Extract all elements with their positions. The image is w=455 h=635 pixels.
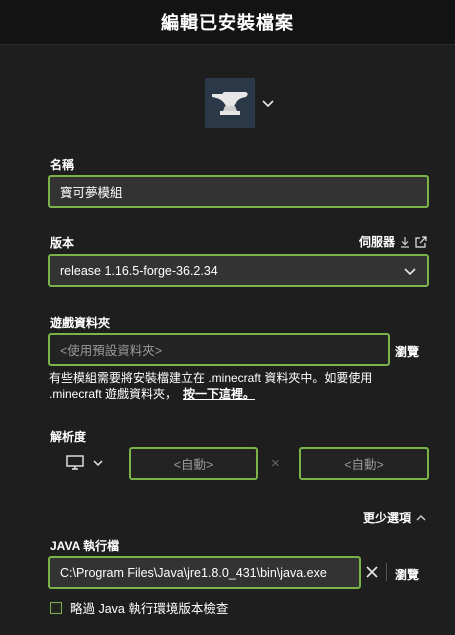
- resolution-separator: ×: [271, 455, 280, 472]
- server-link-label: 伺服器: [358, 235, 395, 249]
- chevron-up-icon: [416, 514, 426, 520]
- game-directory-label: 遊戲資料夾: [50, 316, 111, 330]
- server-link[interactable]: 伺服器: [359, 233, 427, 250]
- skip-java-check-checkbox[interactable]: [50, 601, 62, 614]
- installation-icon-picker[interactable]: [205, 78, 277, 128]
- version-select[interactable]: release 1.16.5-forge-36.2.34: [48, 254, 429, 287]
- game-directory-input[interactable]: <使用預設資料夾>: [48, 333, 390, 366]
- name-field[interactable]: 寶可夢模組: [48, 175, 429, 208]
- skip-java-check-option[interactable]: 略過 Java 執行環境版本檢查: [50, 598, 228, 617]
- resolution-preset-dropdown[interactable]: [66, 455, 104, 470]
- chevron-down-icon: [404, 267, 416, 275]
- resolution-width-input[interactable]: <自動>: [129, 447, 258, 480]
- divider: [386, 563, 387, 581]
- download-icon: [401, 236, 409, 248]
- game-directory-placeholder: <使用預設資料夾>: [60, 344, 163, 358]
- game-directory-help: 有些模組需要將安裝檔建立在 .minecraft 資料夾中。如要使用 .mine…: [49, 370, 394, 402]
- java-executable-label: JAVA 執行檔: [50, 539, 120, 553]
- anvil-icon: [205, 78, 255, 128]
- external-link-icon: [415, 235, 427, 248]
- chevron-down-icon: [93, 459, 103, 466]
- version-label: 版本: [50, 236, 75, 250]
- resolution-height-input[interactable]: <自動>: [299, 447, 429, 480]
- version-selected: release 1.16.5-forge-36.2.34: [60, 263, 218, 278]
- fewer-options-label: 更少選項: [362, 511, 411, 525]
- dialog-header: 編輯已安裝檔案: [0, 0, 455, 45]
- height-placeholder: <自動>: [344, 458, 384, 472]
- name-label: 名稱: [50, 158, 75, 172]
- name-value: 寶可夢模組: [60, 186, 123, 200]
- clear-icon[interactable]: [365, 565, 379, 579]
- help-link[interactable]: 按一下這裡。: [183, 387, 255, 401]
- java-executable-input[interactable]: C:\Program Files\Java\jre1.8.0_431\bin\j…: [48, 556, 361, 589]
- skip-java-check-label: 略過 Java 執行環境版本檢查: [70, 602, 229, 616]
- java-browse-button[interactable]: 瀏覽: [395, 566, 419, 583]
- java-path-value: C:\Program Files\Java\jre1.8.0_431\bin\j…: [60, 565, 327, 580]
- width-placeholder: <自動>: [173, 458, 214, 472]
- page-title: 編輯已安裝檔案: [161, 13, 294, 33]
- game-directory-browse-button[interactable]: 瀏覽: [395, 343, 419, 360]
- fewer-options-toggle[interactable]: 更少選項: [363, 509, 427, 526]
- chevron-down-icon: [262, 100, 274, 108]
- resolution-label: 解析度: [50, 430, 87, 444]
- monitor-icon: [66, 455, 84, 470]
